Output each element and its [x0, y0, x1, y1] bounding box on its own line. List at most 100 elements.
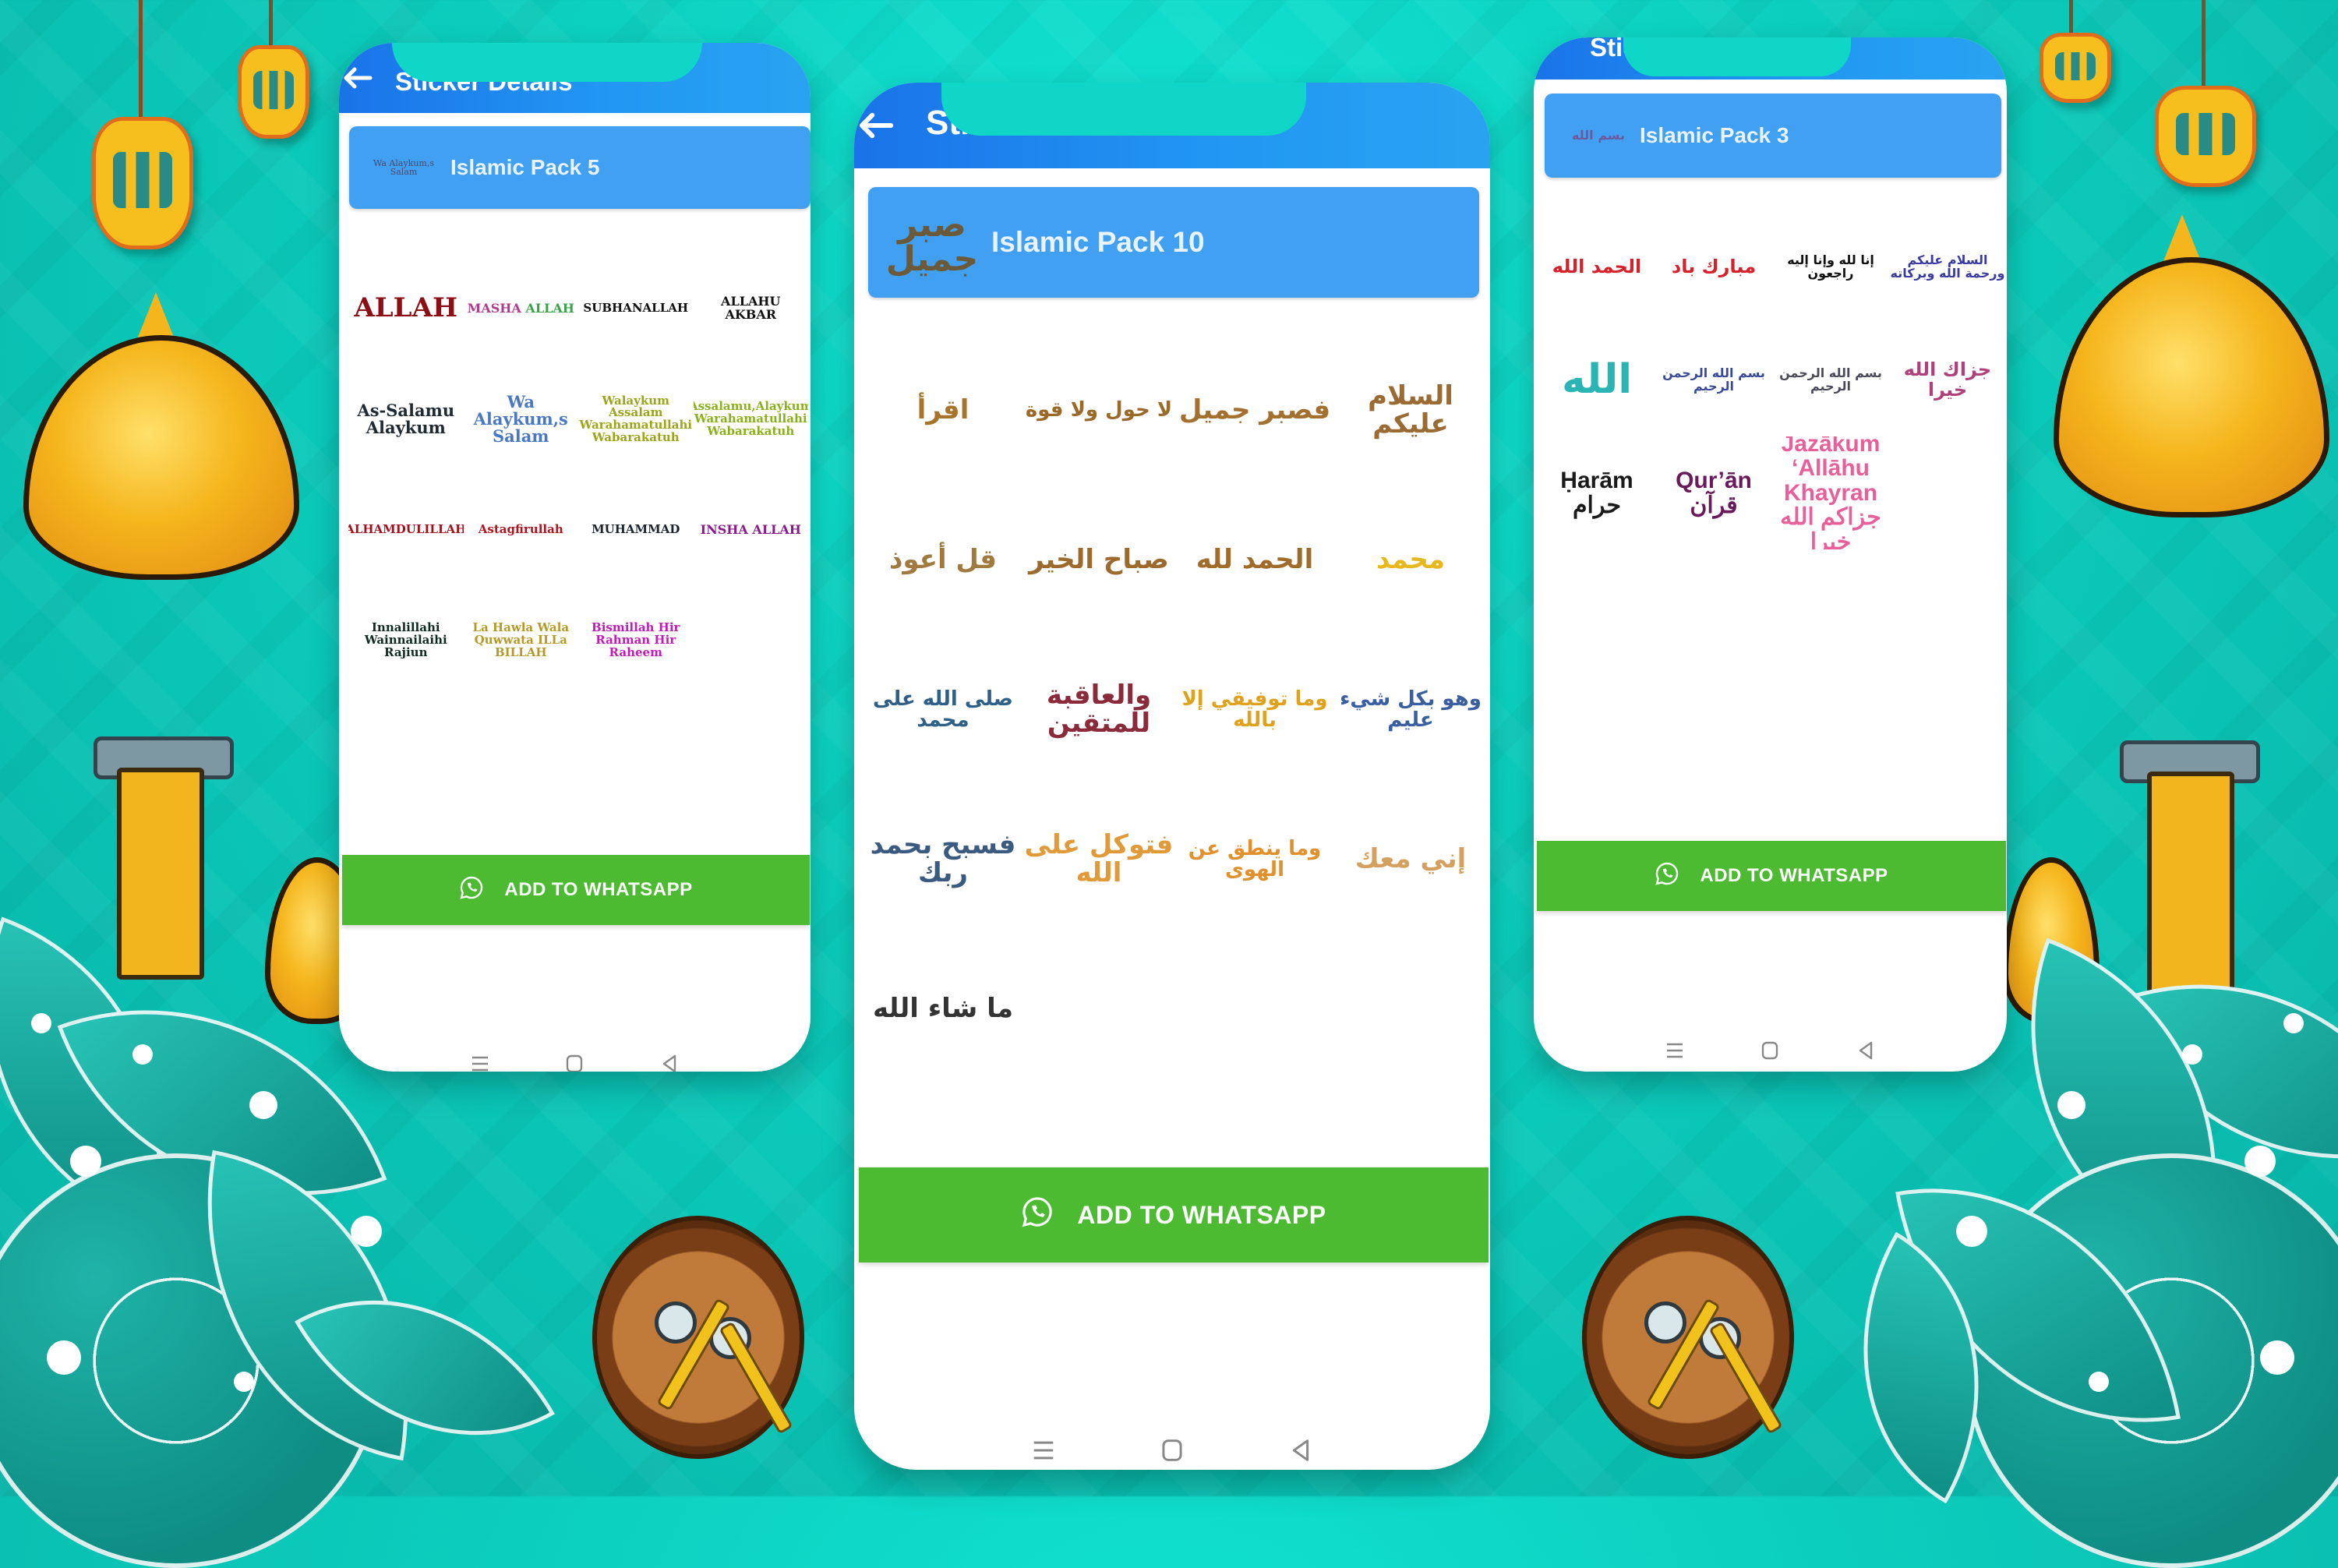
- sticker-label: وما توفيقي إلا بالله: [1181, 687, 1328, 732]
- sticker-item[interactable]: ما شاء الله: [865, 934, 1021, 1084]
- sticker-label: Wa Alaykum,s Salam: [473, 391, 568, 447]
- sticker-item[interactable]: Innalillahi Wainnailaihi Rajiun: [348, 585, 464, 696]
- sticker-item[interactable]: فسبح بحمد ربك: [865, 785, 1021, 934]
- pack-name: Islamic Pack 3: [1640, 123, 1789, 147]
- phone-screen-left: Sticker Details Wa Alaykum,s Salam Islam…: [339, 43, 811, 1072]
- back-arrow-icon[interactable]: [857, 111, 896, 139]
- sticker-item[interactable]: Wa Alaykum,s Salam: [464, 364, 579, 475]
- sticker-label: صلى الله على محمد: [873, 687, 1013, 732]
- sticker-item[interactable]: مبارك باد: [1655, 210, 1772, 323]
- system-nav-bar: [1534, 1035, 2007, 1066]
- sticker-item[interactable]: فتوكل على الله: [1021, 785, 1177, 934]
- menu-icon[interactable]: [470, 1054, 490, 1072]
- sticker-item[interactable]: بسم الله الرحمن الرحيم: [1655, 323, 1772, 436]
- decor-dot: [2283, 1013, 2304, 1033]
- sticker-item[interactable]: جزاك الله خيرا: [1889, 323, 2006, 436]
- decor-dot: [2057, 1091, 2085, 1119]
- home-icon[interactable]: [1160, 1438, 1185, 1463]
- sticker-item[interactable]: MUHAMMAD: [578, 475, 694, 585]
- sticker-item[interactable]: الله: [1538, 323, 1655, 436]
- back-arrow-icon[interactable]: [1537, 37, 1571, 51]
- pack-thumbnail-text: Wa Alaykum,s Salam: [373, 158, 434, 177]
- back-icon[interactable]: [1856, 1040, 1876, 1061]
- sticker-item[interactable]: وما توفيقي إلا بالله: [1177, 635, 1333, 785]
- sticker-label: قل أعوذ: [888, 544, 998, 576]
- sticker-label: صباح الخير: [1029, 544, 1169, 576]
- lantern-icon: [2155, 86, 2256, 187]
- pack-name: Islamic Pack 5: [450, 155, 600, 179]
- sticker-item[interactable]: إني معك: [1333, 785, 1489, 934]
- sticker-item[interactable]: Walaykum Assalam Warahamatullahi Wabarak…: [578, 364, 694, 475]
- sticker-item[interactable]: والعاقبة للمتقين: [1021, 635, 1177, 785]
- drum-knob: [1699, 1317, 1741, 1359]
- sticker-item[interactable]: قل أعوذ: [865, 486, 1021, 635]
- sticker-item[interactable]: وما ينطق عن الهوى: [1177, 785, 1333, 934]
- mandala-petal: [164, 1150, 451, 1461]
- pack-thumbnail-text: بسم الله: [1571, 128, 1626, 143]
- whatsapp-icon: [1655, 861, 1679, 892]
- add-to-whatsapp-button[interactable]: ADD TO WHATSAPP: [342, 855, 810, 925]
- sticker-item[interactable]: Astagfirullah: [464, 475, 579, 585]
- decor-dot: [47, 1340, 81, 1375]
- sticker-item[interactable]: As-Salamu Alaykum: [348, 364, 464, 475]
- sticker-item[interactable]: MASHA ALLAH: [464, 253, 579, 364]
- add-to-whatsapp-button[interactable]: ADD TO WHATSAPP: [1537, 841, 2006, 911]
- sticker-item[interactable]: ALLAHU AKBAR: [694, 253, 809, 364]
- sticker-item[interactable]: بسم الله الرحمن الرحيم: [1772, 323, 1889, 436]
- sticker-item[interactable]: لا حول ولا قوة: [1021, 336, 1177, 486]
- lantern-rope: [2069, 0, 2073, 35]
- sticker-item[interactable]: فصبر جميل: [1177, 336, 1333, 486]
- sticker-label: INSHA ALLAH: [700, 521, 801, 537]
- sticker-item[interactable]: صباح الخير: [1021, 486, 1177, 635]
- sticker-item[interactable]: Qur’ān قرآن: [1655, 436, 1772, 549]
- sticker-label: والعاقبة للمتقين: [1046, 680, 1152, 739]
- sticker-label: As-Salamu Alaykum: [357, 400, 455, 437]
- sticker-label: مبارك باد: [1671, 255, 1757, 277]
- home-icon[interactable]: [564, 1054, 584, 1072]
- sticker-item[interactable]: الحمد لله: [1177, 486, 1333, 635]
- drumstick-icon: [1708, 1321, 1783, 1435]
- back-icon[interactable]: [659, 1054, 680, 1072]
- home-icon[interactable]: [1760, 1040, 1780, 1061]
- sticker-grid: ALLAH MASHA ALLAH SUBHANALLAH ALLAHU AKBAR A…: [348, 253, 808, 696]
- sticker-label: Walaykum Assalam Warahamatullahi Wabarak…: [579, 393, 693, 444]
- sticker-item[interactable]: Bismillah Hir Rahman Hir Raheem: [578, 585, 694, 696]
- sticker-grid: الحمد الله مبارك باد إنا لله وإنا إليه راج…: [1538, 210, 2006, 549]
- decor-dot: [1956, 1216, 1987, 1247]
- sticker-item[interactable]: السلام عليكم ورحمة الله وبركاته: [1889, 210, 2006, 323]
- sticker-item[interactable]: ALLAH: [348, 253, 464, 364]
- sticker-item[interactable]: SUBHANALLAH: [578, 253, 694, 364]
- back-arrow-icon[interactable]: [342, 66, 376, 90]
- menu-icon[interactable]: [1031, 1438, 1056, 1463]
- sticker-label: Ḥarām حرام: [1560, 468, 1633, 518]
- sticker-item[interactable]: Assalamu,Alaykum Warahamatullahi Wabarak…: [694, 364, 809, 475]
- sticker-item[interactable]: محمد: [1333, 486, 1489, 635]
- sticker-item[interactable]: ALHAMDULILLAH: [348, 475, 464, 585]
- mandala-petal: [0, 916, 229, 1227]
- sticker-item[interactable]: Jazākum ‘Allāhu Khayran جزاكم الله خيرا: [1772, 436, 1889, 549]
- sticker-item[interactable]: اقرأ: [865, 336, 1021, 486]
- sticker-label: ما شاء الله: [873, 993, 1013, 1025]
- sticker-item[interactable]: إنا لله وإنا إليه راجعون: [1772, 210, 1889, 323]
- sticker-item[interactable]: La Hawla Wala Quwwata ILLa BILLAH: [464, 585, 579, 696]
- add-to-whatsapp-button[interactable]: ADD TO WHATSAPP: [859, 1167, 1489, 1263]
- sticker-label: إني معك: [1354, 843, 1467, 875]
- decor-dot: [234, 1372, 254, 1392]
- drum-icon: [1582, 1216, 1794, 1459]
- sticker-item[interactable]: السلام عليكم: [1333, 336, 1489, 486]
- mandala-icon: [1964, 1153, 2338, 1568]
- pack-thumbnail-text: صبر جميل: [885, 205, 979, 279]
- lantern-icon: [92, 117, 193, 249]
- menu-icon[interactable]: [1665, 1040, 1685, 1061]
- pack-header-card: صبر جميل Islamic Pack 10: [868, 187, 1479, 298]
- sticker-label: السلام عليكم ورحمة الله وبركاته: [1890, 252, 2005, 281]
- decor-dot: [2089, 1372, 2109, 1392]
- decor-dot: [2182, 1044, 2202, 1065]
- back-icon[interactable]: [1288, 1438, 1313, 1463]
- drum-knob: [709, 1317, 751, 1359]
- sticker-item[interactable]: Ḥarām حرام: [1538, 436, 1655, 549]
- sticker-item[interactable]: وهو بكل شيء عليم: [1333, 635, 1489, 785]
- sticker-item[interactable]: صلى الله على محمد: [865, 635, 1021, 785]
- sticker-item[interactable]: INSHA ALLAH: [694, 475, 809, 585]
- sticker-item[interactable]: الحمد الله: [1538, 210, 1655, 323]
